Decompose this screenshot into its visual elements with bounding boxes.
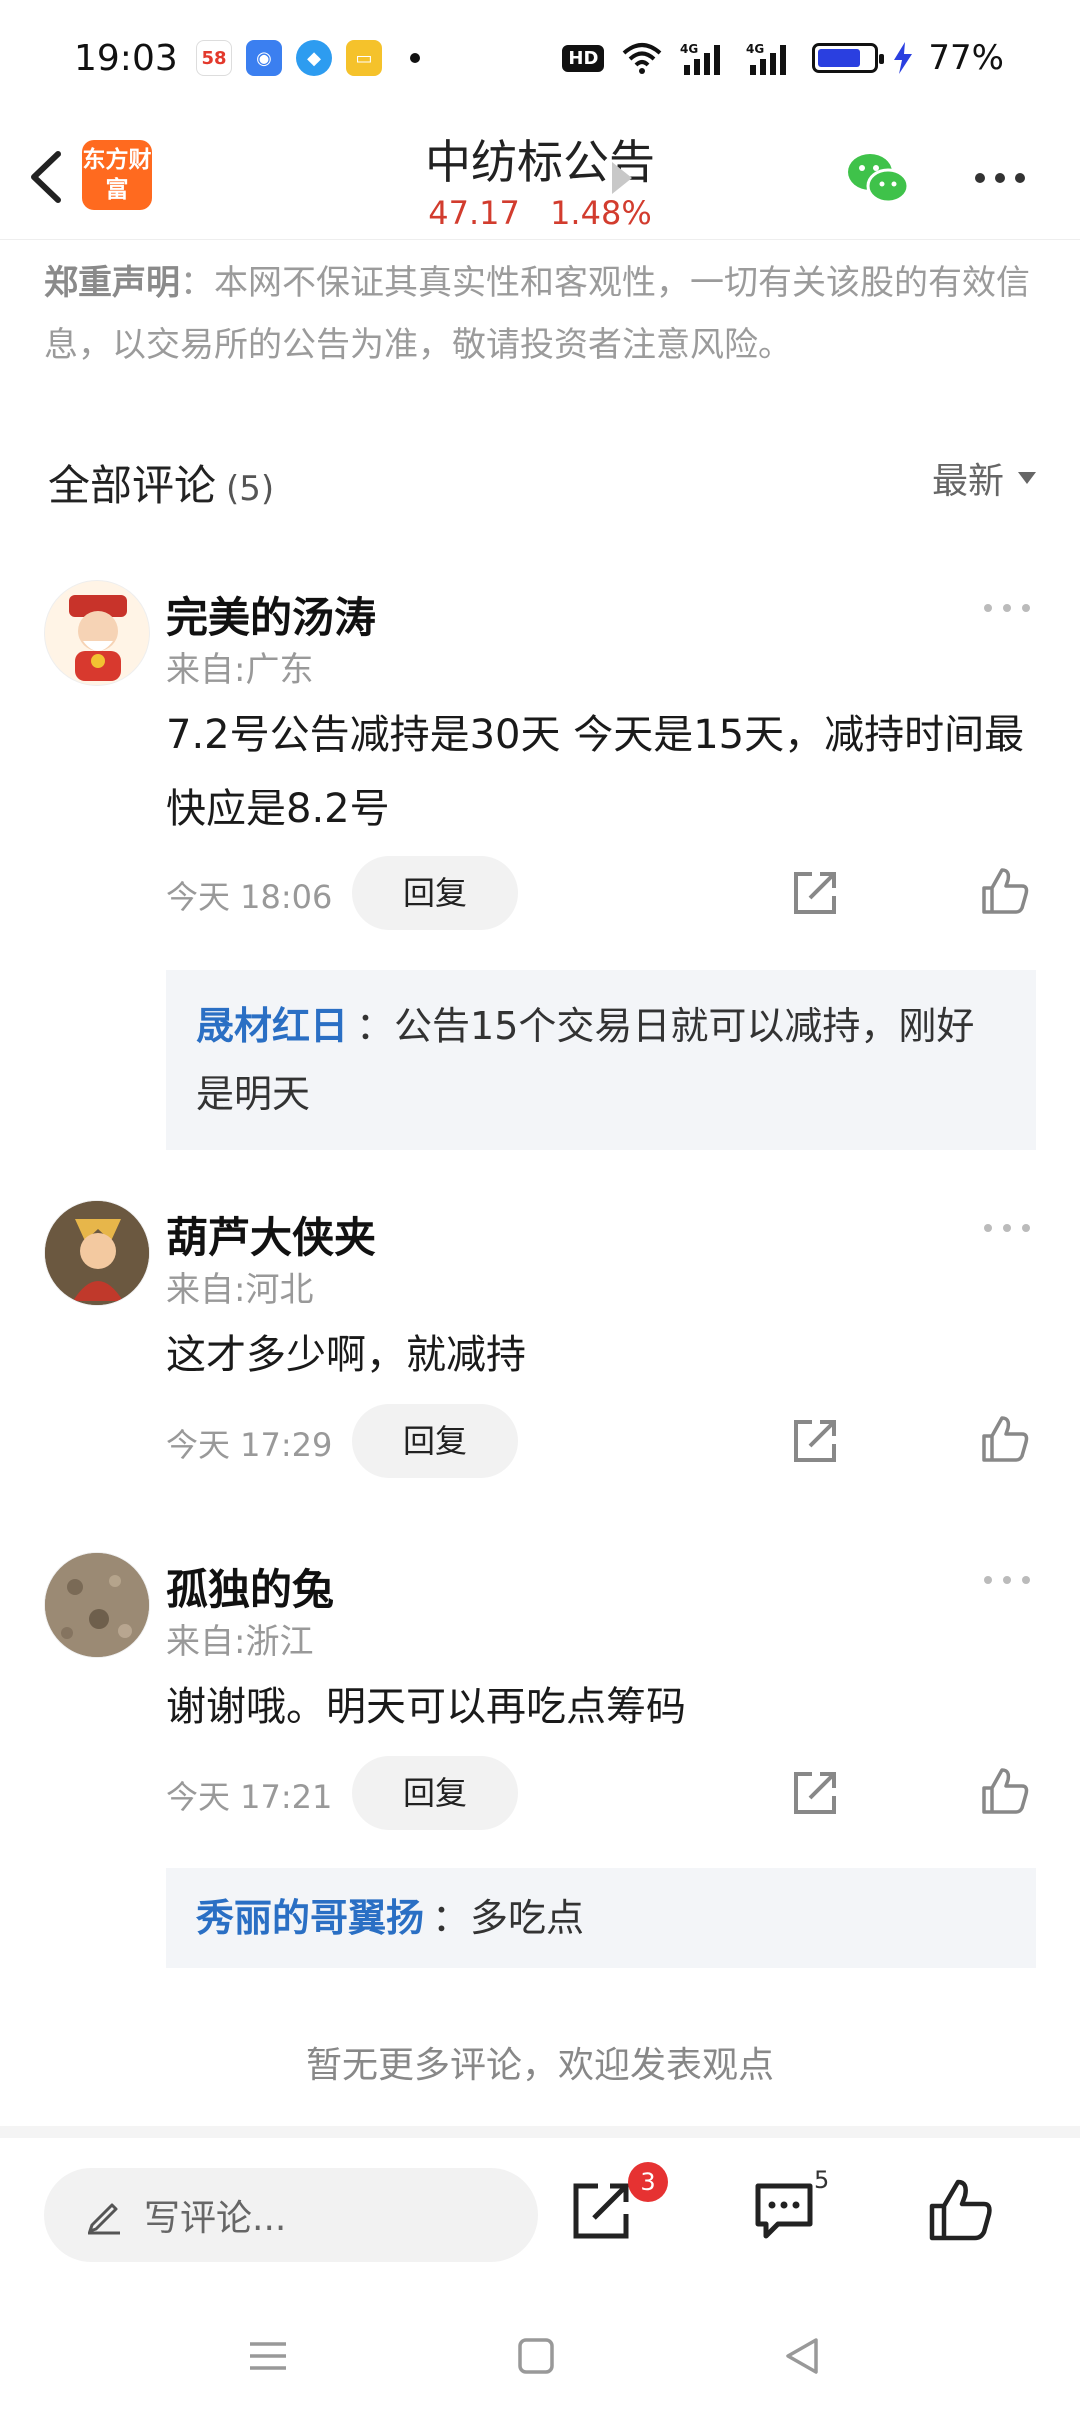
reply-button[interactable]: 回复 xyxy=(352,1756,518,1830)
pencil-icon xyxy=(88,2203,120,2235)
top-header: 东方财富 中纺标公告 47.17 1.48% xyxy=(0,120,1080,240)
comments-count: (5) xyxy=(226,469,275,509)
app-baidu-icon: ◉ xyxy=(246,40,282,76)
share-external-button[interactable] xyxy=(570,2178,634,2242)
comment-author[interactable]: 孤独的兔 xyxy=(166,1556,334,1617)
app-browser-icon: ◆ xyxy=(296,40,332,76)
notification-icons: 58 ◉ ◆ ▭ xyxy=(196,40,420,76)
disclaimer-text: ：本网不保证其真实性和客观性，一切有关该股的有效信息，以交易所的公告为准，敬请投… xyxy=(44,263,1030,365)
sort-dropdown[interactable]: 最新 xyxy=(932,452,1036,504)
write-comment-input[interactable]: 写评论... xyxy=(44,2168,538,2262)
sub-reply-author[interactable]: 晟材红日 xyxy=(196,1004,348,1048)
hd-icon: HD xyxy=(562,44,605,72)
page-title: 中纺标公告 xyxy=(425,135,655,189)
comment-item: 孤独的兔 来自:浙江 谢谢哦。明天可以再吃点筹码 今天 17:21 回复 秀丽的… xyxy=(0,1550,1080,1970)
share-icon[interactable] xyxy=(790,1416,840,1466)
share-count-badge: 3 xyxy=(628,2162,668,2202)
comment-author[interactable]: 葫芦大侠夹 xyxy=(166,1204,376,1265)
share-icon[interactable] xyxy=(790,868,840,918)
comment-location: 来自:广东 xyxy=(166,650,314,690)
caret-down-icon xyxy=(1018,472,1036,484)
comments-title: 全部评论 xyxy=(48,461,217,510)
divider xyxy=(0,2126,1080,2138)
network-1-label: 4G xyxy=(680,42,698,56)
sort-label: 最新 xyxy=(931,461,1004,502)
stock-price: 47.17 xyxy=(428,194,520,232)
title-block[interactable]: 中纺标公告 47.17 1.48% xyxy=(0,126,1080,232)
like-icon[interactable] xyxy=(980,1414,1030,1464)
comment-time: 今天 17:29 xyxy=(166,1426,333,1464)
bottom-action-bar: 写评论... 3 5 xyxy=(0,2138,1080,2280)
avatar[interactable] xyxy=(44,1552,150,1658)
sub-reply[interactable]: 秀丽的哥翼扬 ：多吃点 xyxy=(166,1868,1036,1968)
status-bar: 19:03 58 ◉ ◆ ▭ HD 4G 4G 77% xyxy=(0,0,1080,120)
charging-icon xyxy=(894,42,913,74)
no-more-comments: 暂无更多评论，欢迎发表观点 xyxy=(305,2045,774,2086)
home-icon[interactable] xyxy=(512,2332,560,2380)
reply-button[interactable]: 回复 xyxy=(352,1404,518,1478)
avatar-hero-icon xyxy=(45,1201,149,1305)
comments-section-title: 全部评论 (5) xyxy=(48,452,274,513)
app-58-icon: 58 xyxy=(196,40,232,76)
network-2-label: 4G xyxy=(746,42,764,56)
more-options-button[interactable] xyxy=(972,168,1028,188)
avatar[interactable] xyxy=(44,580,150,686)
comment-time: 今天 18:06 xyxy=(166,878,333,916)
battery-percent: 77% xyxy=(928,38,1004,78)
signal-1-icon: 4G xyxy=(680,42,721,75)
comment-author[interactable]: 完美的汤涛 xyxy=(166,584,376,645)
avatar-caishen-icon xyxy=(69,595,127,681)
comment-text: 这才多少啊，就减持 xyxy=(166,1332,526,1378)
comment-location: 来自:河北 xyxy=(166,1270,314,1310)
comment-more-icon[interactable] xyxy=(982,1574,1032,1586)
status-time: 19:03 xyxy=(74,38,178,79)
more-notifications-dot xyxy=(410,53,420,63)
stock-change: 1.48% xyxy=(550,194,652,232)
battery-fill xyxy=(818,49,860,67)
disclaimer: 郑重声明：本网不保证其真实性和客观性，一切有关该股的有效信息，以交易所的公告为准… xyxy=(44,252,1034,376)
comment-more-icon[interactable] xyxy=(982,602,1032,614)
title-arrow-icon[interactable] xyxy=(612,162,632,194)
avatar-ground-icon xyxy=(45,1553,149,1657)
write-comment-placeholder: 写评论... xyxy=(144,2198,287,2239)
comment-text: 7.2号公告减持是30天 今天是15天，减持时间最快应是8.2号 xyxy=(166,712,1025,832)
signal-2-icon: 4G xyxy=(746,42,787,75)
back-nav-icon[interactable] xyxy=(778,2332,826,2380)
app-notes-icon: ▭ xyxy=(346,40,382,76)
battery-icon xyxy=(812,43,885,73)
system-indicators: HD 4G 4G 77% xyxy=(562,38,1004,78)
like-icon[interactable] xyxy=(980,866,1030,916)
comment-text: 谢谢哦。明天可以再吃点筹码 xyxy=(166,1684,686,1730)
like-icon[interactable] xyxy=(980,1766,1030,1816)
wifi-icon xyxy=(623,43,662,74)
comment-item: 葫芦大侠夹 来自:河北 这才多少啊，就减持 今天 17:29 回复 xyxy=(0,1198,1080,1498)
comment-location: 来自:浙江 xyxy=(166,1622,314,1662)
reply-button[interactable]: 回复 xyxy=(352,856,518,930)
system-nav-bar xyxy=(0,2300,1080,2412)
share-icon[interactable] xyxy=(790,1768,840,1818)
comment-item: 完美的汤涛 来自:广东 7.2号公告减持是30天 今天是15天，减持时间最快应是… xyxy=(0,578,1080,1150)
sub-reply-author[interactable]: 秀丽的哥翼扬 xyxy=(196,1896,424,1940)
sub-reply-text: ：多吃点 xyxy=(432,1896,585,1940)
sub-reply[interactable]: 晟材红日 ：公告15个交易日就可以减持，刚好是明天 xyxy=(166,970,1036,1150)
wechat-share-button[interactable] xyxy=(846,150,910,206)
comment-count-label: 5 xyxy=(814,2166,830,2194)
comment-more-icon[interactable] xyxy=(982,1222,1032,1234)
comment-time: 今天 17:21 xyxy=(166,1778,333,1816)
menu-icon[interactable] xyxy=(244,2332,292,2380)
stock-quote: 47.17 1.48% xyxy=(0,194,1080,232)
avatar[interactable] xyxy=(44,1200,150,1306)
disclaimer-label: 郑重声明 xyxy=(44,263,180,303)
like-button[interactable] xyxy=(928,2178,992,2242)
comment-bubble-button[interactable] xyxy=(752,2178,816,2242)
